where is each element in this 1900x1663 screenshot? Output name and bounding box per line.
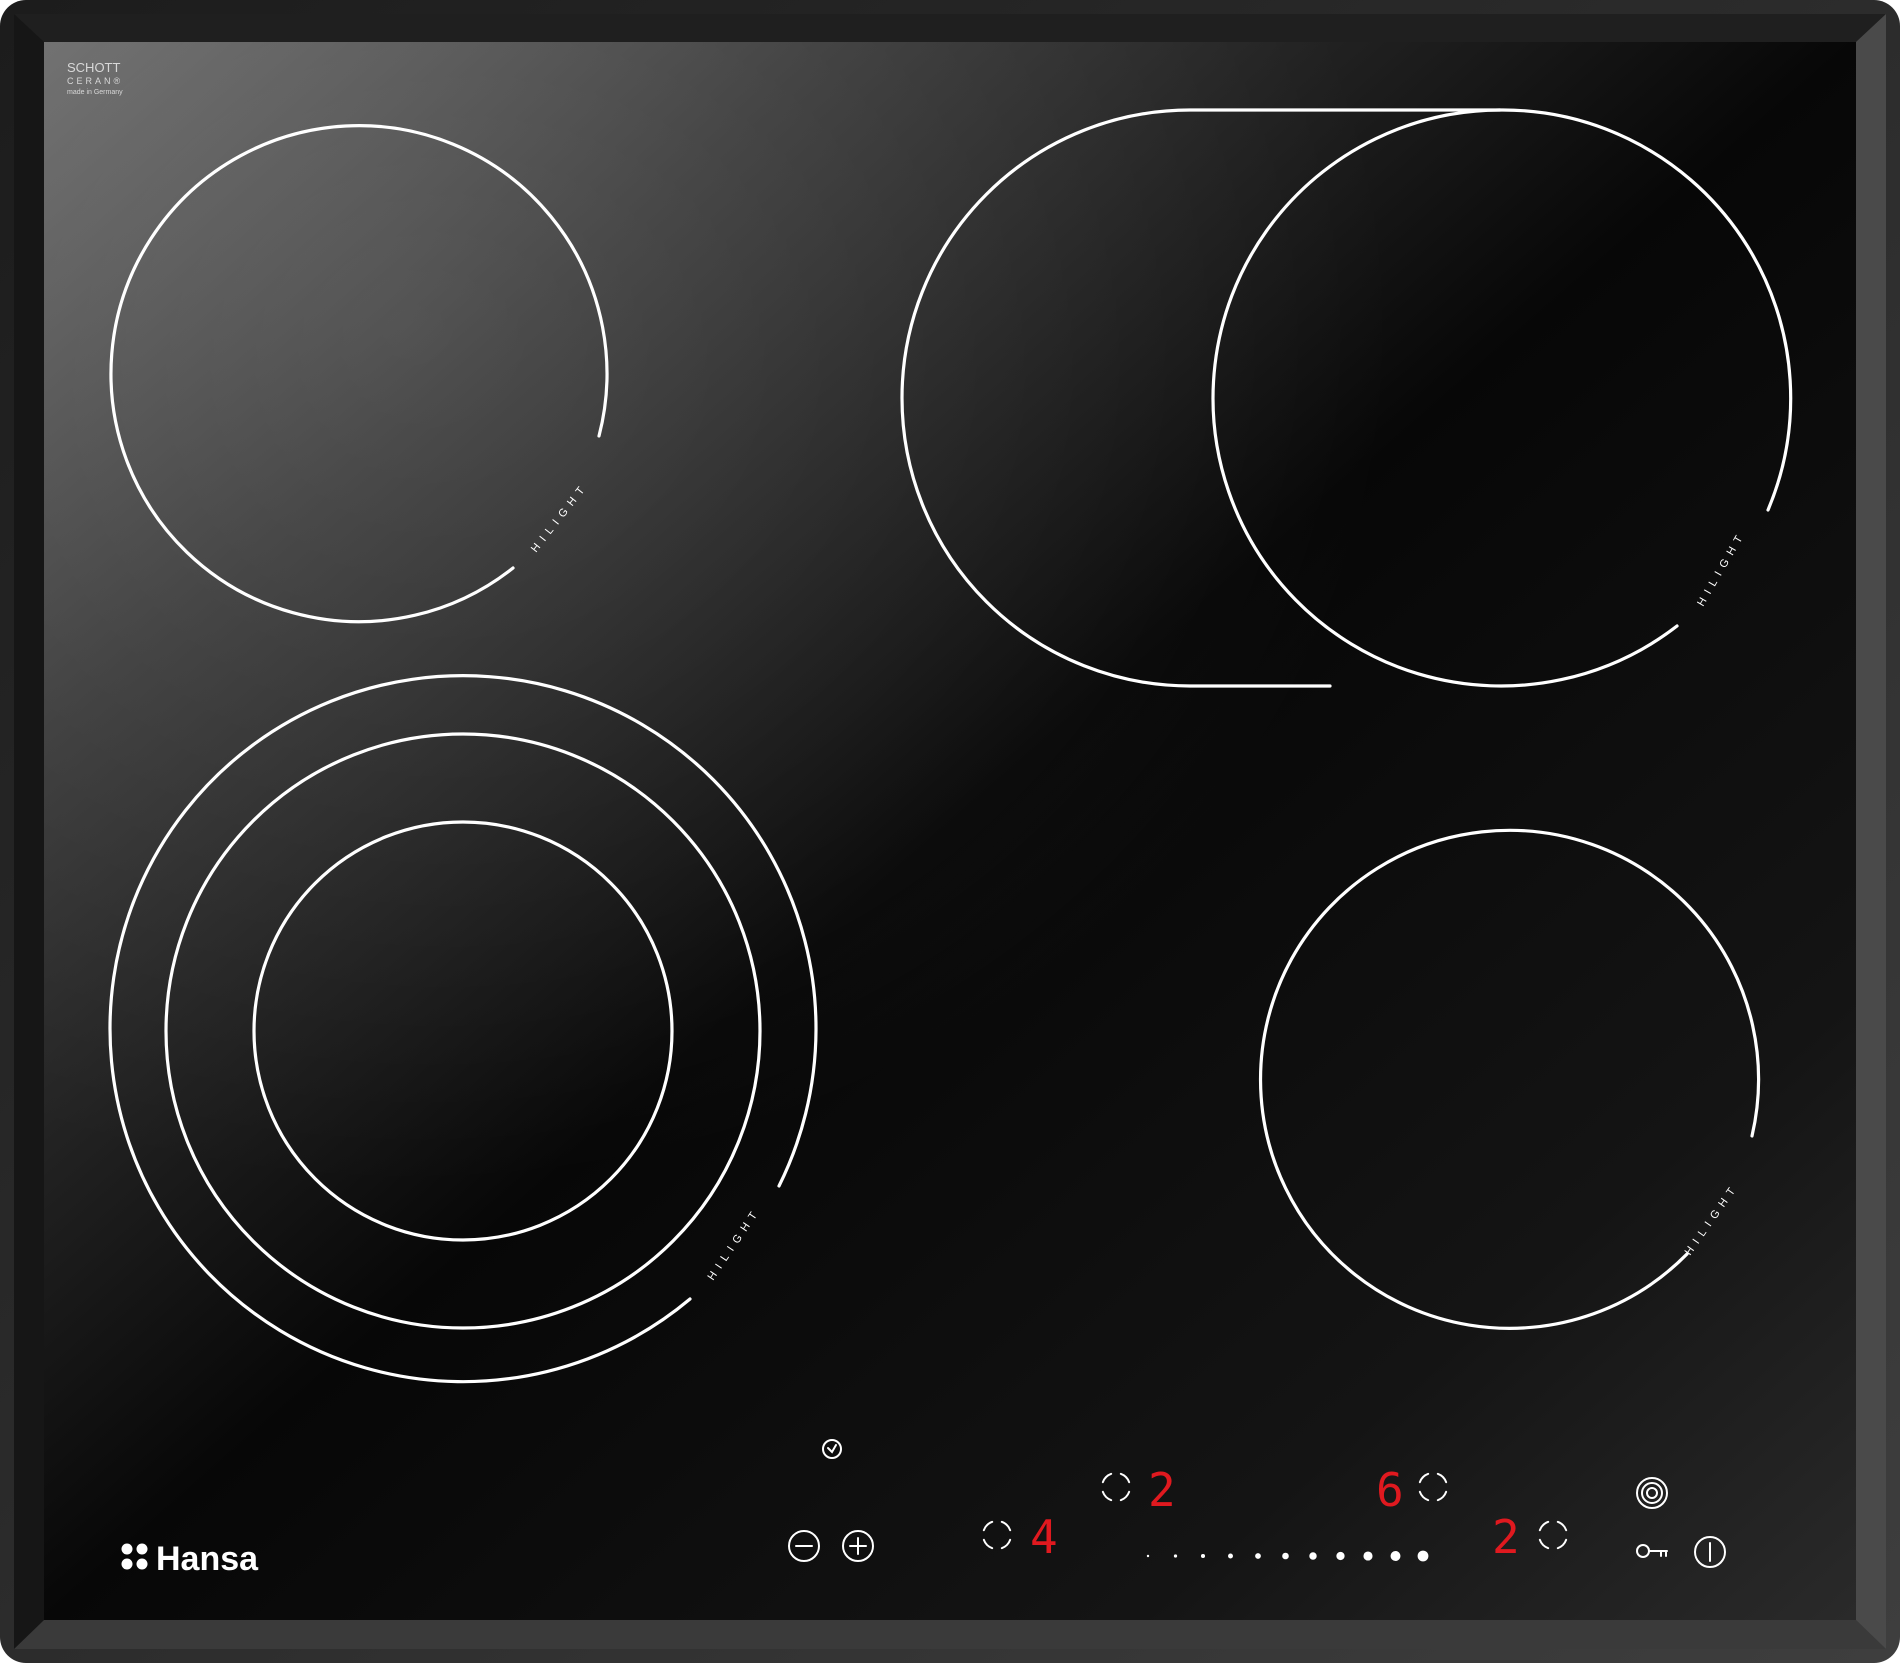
glass-reflection (44, 42, 1856, 1620)
slider-dot[interactable] (1255, 1553, 1261, 1559)
glass-label-line3: made in Germany (67, 89, 123, 96)
power-level-rear-left: 2 (1148, 1463, 1176, 1517)
bevel-right (1856, 14, 1886, 1649)
slider-dot[interactable] (1200, 1553, 1206, 1559)
power-level-front-right: 2 (1492, 1510, 1520, 1564)
bevel-top (14, 14, 1886, 42)
glass-label-line1: SCHOTT (67, 60, 121, 75)
slider-dot[interactable] (1390, 1551, 1401, 1561)
slider-dot[interactable] (1417, 1550, 1429, 1562)
brand-name: Hansa (156, 1540, 259, 1578)
slider-dot[interactable] (1173, 1554, 1178, 1558)
glass-label-line2: CERAN® (67, 76, 123, 86)
power-level-front-left: 4 (1030, 1510, 1058, 1564)
glass-brand-label: SCHOTT CERAN® made in Germany (67, 60, 123, 96)
bevel-bottom (14, 1620, 1886, 1649)
slider-dot[interactable] (1336, 1551, 1345, 1561)
slider-dot[interactable] (1146, 1554, 1150, 1558)
bevel-left (14, 14, 44, 1649)
slider-dot[interactable] (1363, 1551, 1373, 1561)
power-level-rear-right: 6 (1376, 1463, 1404, 1517)
slider-dot[interactable] (1309, 1552, 1317, 1560)
cooktop: SCHOTT CERAN® made in Germany HILIGHT HI… (0, 0, 1900, 1663)
slider-dot[interactable] (1228, 1553, 1233, 1559)
slider-dot[interactable] (1282, 1552, 1289, 1560)
